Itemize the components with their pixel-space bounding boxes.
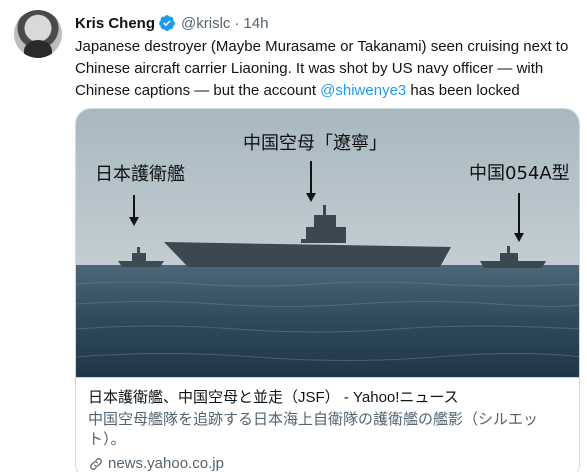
author-handle[interactable]: @krislc <box>181 15 230 32</box>
author-name[interactable]: Kris Cheng <box>75 15 155 32</box>
card-image[interactable]: 日本護衛艦 中国空母「遼寧」 中国054A型 <box>76 109 580 377</box>
caption-left: 日本護衛艦 <box>95 164 185 185</box>
caption-center: 中国空母「遼寧」 <box>243 133 387 154</box>
tweet-header: Kris Cheng @krislc · 14h <box>75 12 268 34</box>
link-icon <box>90 458 102 470</box>
avatar[interactable] <box>14 10 62 58</box>
card-description: 中国空母艦隊を追跡する日本海上自衛隊の護衛艦の艦影（シルエット）。 <box>88 411 539 448</box>
card-domain-text[interactable]: news.yahoo.co.jp <box>108 454 224 472</box>
card-title[interactable]: 日本護衛艦、中国空母と並走（JSF） - Yahoo!ニュース <box>88 388 569 408</box>
card-domain[interactable]: news.yahoo.co.jp <box>88 454 569 472</box>
separator-dot: · <box>234 14 240 32</box>
link-preview-card[interactable]: 日本護衛艦 中国空母「遼寧」 中国054A型 日本護衛艦、中国空母と並走（JSF… <box>75 108 580 472</box>
card-info[interactable]: 日本護衛艦、中国空母と並走（JSF） - Yahoo!ニュース 中国空母艦隊を追… <box>76 377 579 472</box>
caption-right: 中国054A型 <box>469 163 570 184</box>
mention-link[interactable]: @shiwenye3 <box>320 82 406 99</box>
tweet[interactable]: Kris Cheng @krislc · 14h Japanese destro… <box>0 0 587 472</box>
timestamp[interactable]: 14h <box>243 15 268 32</box>
tweet-text: Japanese destroyer (Maybe Murasame or Ta… <box>75 36 580 102</box>
tweet-text-part-2: has been locked <box>406 82 520 99</box>
verified-badge-icon <box>159 15 175 31</box>
